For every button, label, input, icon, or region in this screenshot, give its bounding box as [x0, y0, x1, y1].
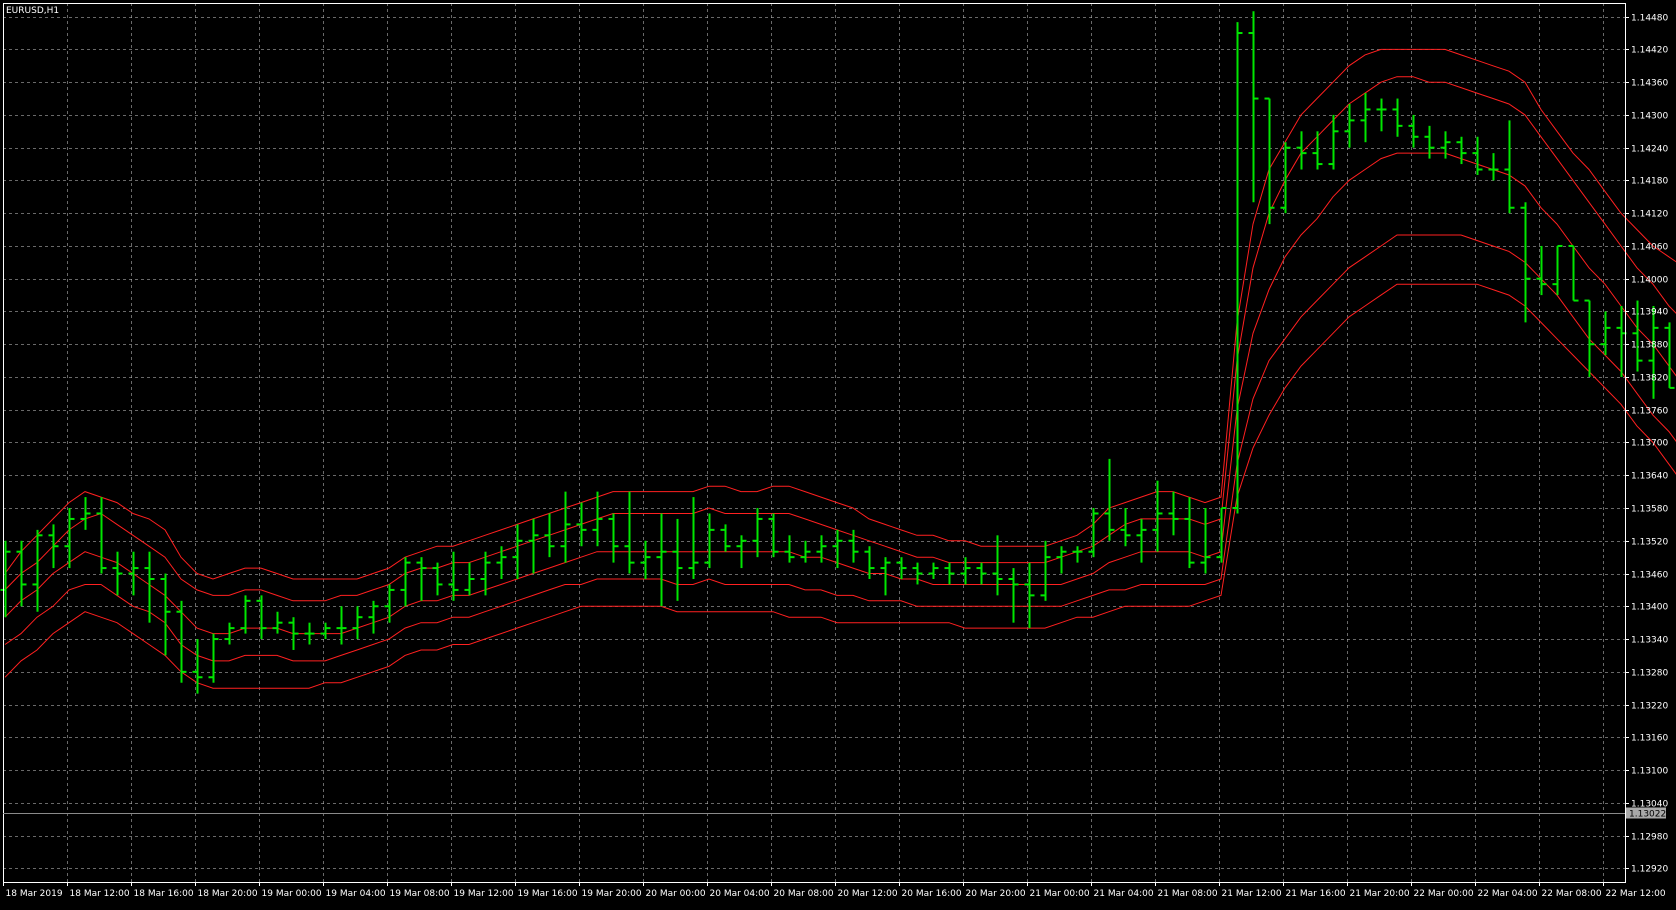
x-tick-label: 19 Mar 04:00 — [326, 889, 386, 899]
x-tick-label: 19 Mar 20:00 — [582, 889, 642, 899]
x-tick-label: 20 Mar 04:00 — [710, 889, 770, 899]
y-tick-label: 1.13460 — [1631, 571, 1668, 581]
y-tick-label: 1.13160 — [1631, 734, 1668, 744]
x-tick-label: 22 Mar 04:00 — [1478, 889, 1538, 899]
y-tick-label: 1.14000 — [1631, 276, 1668, 286]
y-tick-label: 1.13280 — [1631, 669, 1668, 679]
x-tick-label: 21 Mar 04:00 — [1094, 889, 1154, 899]
y-tick-label: 1.14300 — [1631, 112, 1668, 122]
y-tick-label: 1.13400 — [1631, 603, 1668, 613]
y-tick-label: 1.12920 — [1631, 865, 1668, 875]
x-tick-label: 20 Mar 08:00 — [774, 889, 834, 899]
x-tick-label: 21 Mar 08:00 — [1158, 889, 1218, 899]
x-tick-label: 18 Mar 2019 — [6, 889, 63, 899]
y-tick-label: 1.14480 — [1631, 14, 1668, 24]
y-tick-label: 1.13760 — [1631, 407, 1668, 417]
y-tick-label: 1.12980 — [1631, 833, 1668, 843]
x-tick-label: 20 Mar 20:00 — [966, 889, 1026, 899]
y-tick-label: 1.13580 — [1631, 505, 1668, 515]
x-tick-label: 18 Mar 20:00 — [198, 889, 258, 899]
y-tick-label: 1.13880 — [1631, 341, 1668, 351]
y-tick-label: 1.13100 — [1631, 767, 1668, 777]
symbol-label: EURUSD,H1 — [6, 6, 59, 16]
y-tick-label: 1.13640 — [1631, 472, 1668, 482]
x-tick-label: 18 Mar 12:00 — [70, 889, 130, 899]
y-tick-label: 1.13220 — [1631, 702, 1668, 712]
x-tick-label: 22 Mar 00:00 — [1414, 889, 1474, 899]
x-tick-label: 19 Mar 00:00 — [262, 889, 322, 899]
x-tick-label: 21 Mar 16:00 — [1286, 889, 1346, 899]
x-tick-label: 20 Mar 00:00 — [646, 889, 706, 899]
y-tick-label: 1.14360 — [1631, 79, 1668, 89]
x-tick-label: 19 Mar 08:00 — [390, 889, 450, 899]
y-tick-label: 1.13940 — [1631, 308, 1668, 318]
y-tick-label: 1.13700 — [1631, 439, 1668, 449]
y-tick-label: 1.14240 — [1631, 145, 1668, 155]
y-tick-label: 1.13340 — [1631, 636, 1668, 646]
x-tick-label: 19 Mar 12:00 — [454, 889, 514, 899]
y-tick-label: 1.14180 — [1631, 177, 1668, 187]
x-tick-label: 18 Mar 16:00 — [134, 889, 194, 899]
y-tick-label: 1.14120 — [1631, 210, 1668, 220]
x-tick-label: 20 Mar 12:00 — [838, 889, 898, 899]
current-price-label: 1.13022 — [1629, 810, 1666, 820]
x-tick-label: 21 Mar 12:00 — [1222, 889, 1282, 899]
chart-window: 1.14480 1.14420 1.14360 1.14300 1.14240 1.141… — [0, 0, 1676, 910]
y-tick-label: 1.13520 — [1631, 538, 1668, 548]
x-tick-label: 21 Mar 00:00 — [1030, 889, 1090, 899]
x-tick-label: 20 Mar 16:00 — [902, 889, 962, 899]
x-tick-label: 21 Mar 20:00 — [1350, 889, 1410, 899]
x-tick-label: 22 Mar 08:00 — [1542, 889, 1602, 899]
y-tick-label: 1.14060 — [1631, 243, 1668, 253]
price-chart[interactable]: 1.14480 1.14420 1.14360 1.14300 1.14240 1.141… — [0, 0, 1676, 910]
x-tick-label: 19 Mar 16:00 — [518, 889, 578, 899]
y-tick-label: 1.14420 — [1631, 46, 1668, 56]
y-tick-label: 1.13820 — [1631, 374, 1668, 384]
x-tick-label: 22 Mar 12:00 — [1606, 889, 1666, 899]
